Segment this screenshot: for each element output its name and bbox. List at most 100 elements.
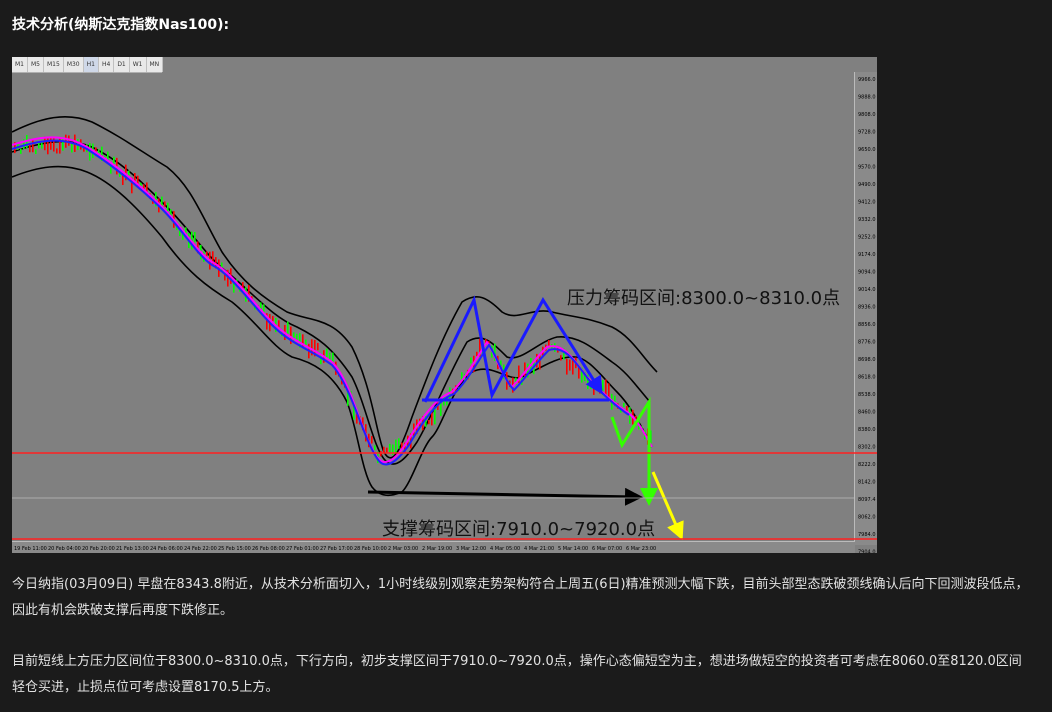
candlestick: [167, 202, 169, 211]
price-tick-label: 9332.0: [858, 217, 876, 223]
price-tick-label: 7904.0: [858, 550, 876, 554]
candlestick: [53, 136, 55, 152]
price-tick-label: 8142.0: [858, 480, 876, 486]
candlestick: [20, 148, 22, 154]
candlestick: [383, 446, 385, 453]
candlestick: [380, 451, 382, 457]
price-tick-label: 8856.0: [858, 322, 876, 328]
candlestick: [128, 170, 130, 176]
candlestick: [371, 436, 373, 444]
candlestick: [68, 135, 70, 146]
candlestick: [35, 149, 37, 155]
date-tick-label: 28 Feb 10:00: [354, 546, 387, 552]
candlestick: [287, 321, 289, 334]
date-tick-label: 6 Mar 23:00: [626, 546, 656, 552]
date-tick-label: 27 Feb 01:00: [286, 546, 319, 552]
candlestick: [623, 402, 625, 407]
support-label: 支撑筹码区间:7910.0~7920.0点: [382, 519, 655, 540]
candlestick: [554, 343, 556, 352]
price-tick-label: 8380.0: [858, 427, 876, 433]
price-tick-label: 9014.0: [858, 287, 876, 293]
date-tick-label: 3 Mar 12:00: [456, 546, 486, 552]
price-tick-label: 8936.0: [858, 305, 876, 311]
date-tick-label: 20 Feb 04:00: [48, 546, 81, 552]
candlestick: [398, 438, 400, 449]
candlestick: [56, 148, 58, 154]
candlestick: [29, 144, 31, 153]
candlestick: [296, 333, 298, 340]
candlestick: [161, 196, 163, 206]
page-heading: 技术分析(纳斯达克指数Nas100):: [12, 17, 230, 33]
price-tick-label: 8062.0: [858, 515, 876, 521]
date-tick-label: 25 Feb 15:00: [218, 546, 251, 552]
date-tick-label: 4 Mar 05:00: [490, 546, 520, 552]
candlestick: [38, 142, 40, 149]
projection-arrow: [651, 471, 684, 541]
lower-band-line: [12, 165, 653, 497]
price-tick-label: 9808.0: [858, 112, 876, 118]
price-tick-label: 8618.0: [858, 375, 876, 381]
candlestick: [206, 251, 208, 257]
candlestick: [566, 358, 568, 375]
price-tick-label: 9888.0: [858, 95, 876, 101]
candlestick: [431, 411, 433, 426]
date-tick-label: 5 Mar 14:00: [558, 546, 588, 552]
fast-moving-line: [12, 139, 630, 466]
price-tick-label: 9490.0: [858, 182, 876, 188]
candlestick: [374, 445, 376, 451]
candlestick: [47, 136, 49, 155]
date-tick-label: 24 Feb 22:00: [184, 546, 217, 552]
price-tick-label: 9412.0: [858, 200, 876, 206]
price-chart: M1 M5 M15 M30 H1 H4 D1 W1 MN 压力筹码区间:8300…: [12, 57, 877, 553]
price-tick-label: 9728.0: [858, 130, 876, 136]
candlestick: [428, 419, 430, 425]
candlestick: [389, 443, 391, 454]
price-tick-label: 8460.0: [858, 410, 876, 416]
candlestick: [470, 357, 472, 364]
analysis-paragraph-1: 今日纳指(03月09日) 早盘在8343.8附近，从技术分析面切入，1小时线级别…: [12, 577, 1029, 618]
price-tick-label: 7984.0: [858, 532, 876, 538]
price-tick-label: 9174.0: [858, 252, 876, 258]
candlestick: [59, 137, 61, 154]
price-tick-label: 9650.0: [858, 147, 876, 153]
upper-band-line: [12, 116, 658, 459]
moving-average-line: [12, 136, 653, 463]
price-tick-label: 8097.4: [858, 497, 876, 503]
price-tick-label: 8222.0: [858, 462, 876, 468]
resistance-label: 压力筹码区间:8300.0~8310.0点: [567, 288, 840, 309]
price-tick-label: 9570.0: [858, 165, 876, 171]
date-tick-label: 26 Feb 08:00: [252, 546, 285, 552]
candlestick: [194, 232, 196, 243]
price-tick-label: 9252.0: [858, 235, 876, 241]
analysis-paragraph-2: 目前短线上方压力区间位于8300.0~8310.0点，下行方向，初步支撑区间于7…: [12, 654, 1022, 695]
chart-canvas: 压力筹码区间:8300.0~8310.0点 支撑筹码区间:7910.0~7920…: [12, 77, 877, 554]
candlestick: [164, 201, 166, 207]
candlestick: [44, 136, 46, 151]
date-tick-label: 4 Mar 21:00: [524, 546, 554, 552]
candlestick: [569, 359, 571, 371]
price-tick-label: 8776.0: [858, 340, 876, 346]
price-tick-label: 9094.0: [858, 270, 876, 276]
candlestick: [560, 355, 562, 361]
date-tick-label: 19 Feb 11:00: [14, 546, 47, 552]
candlestick: [317, 342, 319, 351]
date-tick-label: 6 Mar 07:00: [592, 546, 622, 552]
price-tick-label: 8538.0: [858, 392, 876, 398]
middle-band-line: [12, 140, 651, 465]
date-tick-label: 2 Mar 03:00: [388, 546, 418, 552]
price-tick-label: 8302.0: [858, 445, 876, 451]
candlestick: [71, 142, 73, 153]
candlestick: [272, 315, 274, 322]
support-arrow: [367, 487, 643, 506]
date-tick-label: 21 Feb 13:00: [116, 546, 149, 552]
price-tick-label: 8698.0: [858, 357, 876, 363]
date-tick-label: 27 Feb 17:00: [320, 546, 353, 552]
date-tick-label: 20 Feb 20:00: [82, 546, 115, 552]
date-tick-label: 24 Feb 06:00: [150, 546, 183, 552]
price-tick-label: 9966.0: [858, 77, 876, 83]
candlestick: [395, 439, 397, 453]
candlestick: [476, 351, 478, 357]
candlestick: [524, 362, 526, 378]
date-tick-label: 2 Mar 19:00: [422, 546, 452, 552]
candlestick: [41, 141, 43, 149]
